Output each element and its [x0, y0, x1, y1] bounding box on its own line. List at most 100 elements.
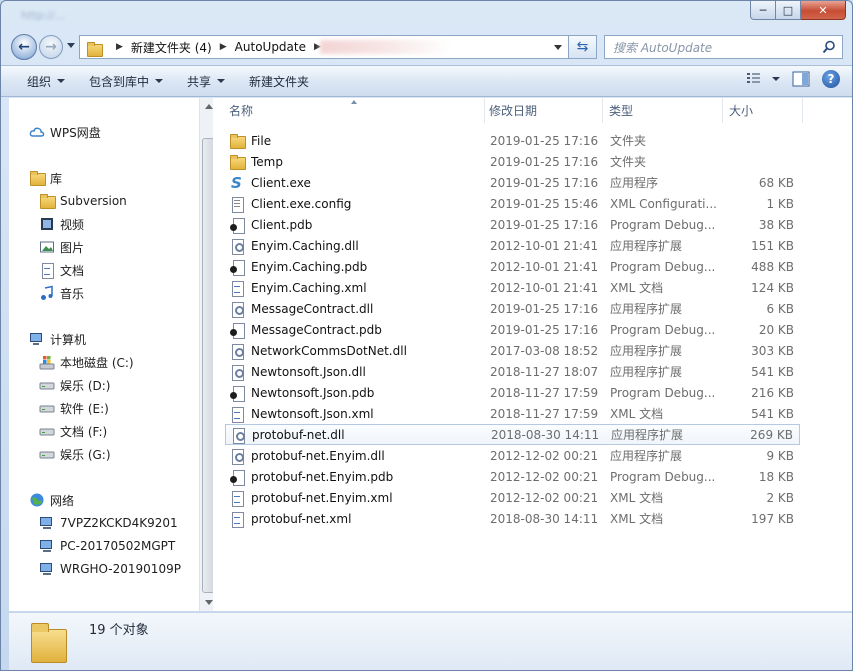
file-type: 应用程序扩展 — [610, 302, 683, 316]
include-library-menu[interactable]: 包含到库中 — [77, 69, 175, 93]
share-menu[interactable]: 共享 — [175, 69, 237, 93]
file-name-cell: protobuf-net.Enyim.dll — [229, 448, 385, 465]
nav-drive-g[interactable]: 娱乐 (G:) — [39, 444, 111, 464]
column-date[interactable]: 修改日期 — [483, 98, 603, 123]
table-row[interactable]: Newtonsoft.Json.pdb 2018-11-27 17:59 Progr… — [225, 382, 800, 403]
breadcrumb-new-folder-4[interactable]: 新建文件夹 (4) — [131, 39, 212, 56]
file-list-pane: 名称 修改日期 类型 大小 File 2019-01-25 17:16 文件夹 Tem… — [213, 98, 852, 611]
search-input[interactable]: 搜索 AutoUpdate — [613, 39, 712, 56]
help-icon[interactable]: ? — [822, 70, 840, 88]
table-row[interactable]: Temp 2019-01-25 17:16 文件夹 — [225, 151, 800, 172]
search-icon[interactable] — [822, 40, 836, 54]
forward-button[interactable]: → — [39, 35, 63, 59]
refresh-button[interactable]: ⇆ — [569, 35, 597, 59]
organize-menu[interactable]: 组织 — [15, 69, 77, 93]
nav-library-music[interactable]: 音乐 — [39, 283, 84, 303]
file-date: 2018-08-30 14:11 — [491, 427, 600, 442]
nav-network-pc-2[interactable]: PC-20170502MGPT — [39, 536, 175, 556]
nav-library-videos[interactable]: 视频 — [39, 214, 84, 234]
file-type: 应用程序扩展 — [610, 365, 683, 379]
nav-item-label: 视频 — [60, 217, 85, 232]
nav-network-pc-1[interactable]: 7VPZ2KCKD4K9201 — [39, 513, 178, 533]
table-row[interactable]: Enyim.Caching.xml 2012-10-01 21:41 XML 文档 1… — [225, 277, 800, 298]
nav-drive-d[interactable]: 娱乐 (D:) — [39, 375, 110, 395]
table-row[interactable]: protobuf-net.xml 2018-08-30 14:11 XML 文档 19… — [225, 508, 800, 529]
navigation-row: ← → ▶ 新建文件夹 (4) ▶ AutoUpdate ▶ ⇆ 搜索 Auto… — [1, 31, 852, 63]
view-options-icon[interactable] — [746, 72, 764, 86]
file-date: 2012-10-01 21:41 — [490, 238, 599, 253]
table-row[interactable]: Enyim.Caching.dll 2012-10-01 21:41 应用程序扩展 1… — [225, 235, 800, 256]
nav-item-label: 软件 (E:) — [60, 401, 109, 416]
table-row[interactable]: Client.exe.config 2019-01-25 15:46 XML Con… — [225, 193, 800, 214]
nav-item-label: PC-20170502MGPT — [60, 539, 176, 553]
nav-library-pictures[interactable]: 图片 — [39, 237, 84, 257]
nav-library[interactable]: 库 — [29, 168, 62, 188]
chevron-right-icon[interactable]: ▶ — [220, 42, 227, 52]
new-folder-button[interactable]: 新建文件夹 — [237, 69, 321, 93]
scroll-down-icon[interactable] — [205, 600, 213, 605]
table-row[interactable]: Client.exe 2019-01-25 17:16 应用程序 68 KB — [225, 172, 800, 193]
table-row[interactable]: Newtonsoft.Json.dll 2018-11-27 18:07 应用程序扩… — [225, 361, 800, 382]
title-bar[interactable]: http://... ─ □ ✕ — [1, 1, 852, 31]
subversion-icon — [39, 193, 56, 209]
column-size[interactable]: 大小 — [723, 98, 803, 123]
nav-library-subversion[interactable]: Subversion — [39, 191, 127, 211]
details-pane: 19 个对象 — [9, 612, 852, 670]
navigation-pane: WPS网盘 库 Subversion 视频 图片 文档 音乐 计算机 本地磁盘 … — [9, 98, 217, 611]
close-button[interactable]: ✕ — [801, 1, 846, 20]
cloud-icon — [29, 127, 45, 137]
maximize-button[interactable]: □ — [776, 1, 801, 20]
nav-library-documents[interactable]: 文档 — [39, 260, 84, 280]
nav-item-label: 7VPZ2KCKD4K9201 — [60, 516, 178, 530]
table-row[interactable]: MessageContract.dll 2019-01-25 17:16 应用程序扩… — [225, 298, 800, 319]
nav-drive-e[interactable]: 软件 (E:) — [39, 398, 109, 418]
nav-network-pc-3[interactable]: WRGHO-20190109P — [39, 559, 181, 579]
include-library-label: 包含到库中 — [89, 74, 150, 89]
file-date: 2012-12-02 00:21 — [490, 490, 599, 505]
file-name-cell: Enyim.Caching.dll — [229, 238, 359, 255]
file-name: Temp — [251, 154, 283, 169]
nav-item-label: 娱乐 (D:) — [60, 378, 111, 393]
window-title: http://... — [21, 9, 66, 22]
file-date: 2019-01-25 17:16 — [490, 217, 599, 232]
table-row[interactable]: Newtonsoft.Json.xml 2018-11-27 17:59 XML 文… — [225, 403, 800, 424]
file-name-cell: Enyim.Caching.xml — [229, 280, 367, 297]
table-row[interactable]: MessageContract.pdb 2019-01-25 17:16 Progr… — [225, 319, 800, 340]
nav-network[interactable]: 网络 — [29, 490, 74, 510]
scroll-up-icon[interactable] — [205, 104, 213, 109]
table-row[interactable]: protobuf-net.Enyim.xml 2012-12-02 00:21 XM… — [225, 487, 800, 508]
nav-wps-cloud[interactable]: WPS网盘 — [29, 122, 101, 142]
table-row[interactable]: Enyim.Caching.pdb 2012-10-01 21:41 Program… — [225, 256, 800, 277]
table-row[interactable]: NetworkCommsDotNet.dll 2017-03-08 18:52 应用… — [225, 340, 800, 361]
file-name: Client.exe.config — [251, 196, 352, 211]
view-dropdown-icon[interactable] — [772, 77, 780, 81]
config-icon — [229, 196, 245, 213]
table-row[interactable]: protobuf-net.dll 2018-08-30 14:11 应用程序扩展 26… — [225, 424, 800, 445]
file-date: 2019-01-25 17:16 — [490, 322, 599, 337]
chevron-right-icon[interactable]: ▶ — [116, 42, 123, 52]
table-row[interactable]: protobuf-net.Enyim.dll 2012-12-02 00:21 应用… — [225, 445, 800, 466]
nav-drive-c[interactable]: 本地磁盘 (C:) — [39, 352, 134, 372]
preview-pane-icon[interactable] — [792, 71, 810, 87]
file-name: protobuf-net.Enyim.pdb — [251, 469, 394, 484]
drive-icon — [39, 451, 55, 459]
recent-pages-dropdown[interactable] — [67, 43, 75, 48]
nav-item-label: Subversion — [60, 194, 127, 208]
nav-computer[interactable]: 计算机 — [29, 329, 86, 349]
nav-drive-f[interactable]: 文档 (F:) — [39, 421, 107, 441]
table-row[interactable]: protobuf-net.Enyim.pdb 2012-12-02 00:21 Pr… — [225, 466, 800, 487]
minimize-button[interactable]: ─ — [750, 1, 776, 20]
file-name-cell: protobuf-net.dll — [230, 427, 345, 444]
back-button[interactable]: ← — [11, 34, 37, 60]
xml-icon — [229, 280, 245, 297]
search-box[interactable]: 搜索 AutoUpdate — [604, 35, 843, 59]
column-type[interactable]: 类型 — [603, 98, 723, 123]
file-size: 151 KB — [751, 238, 794, 253]
address-dropdown[interactable] — [554, 45, 562, 50]
address-bar[interactable]: ▶ 新建文件夹 (4) ▶ AutoUpdate ▶ — [79, 35, 569, 59]
folder-icon — [229, 154, 246, 170]
table-row[interactable]: File 2019-01-25 17:16 文件夹 — [225, 130, 800, 151]
table-row[interactable]: Client.pdb 2019-01-25 17:16 Program Debug.… — [225, 214, 800, 235]
file-name: Newtonsoft.Json.dll — [251, 364, 366, 379]
breadcrumb-autoupdate[interactable]: AutoUpdate — [235, 40, 306, 54]
